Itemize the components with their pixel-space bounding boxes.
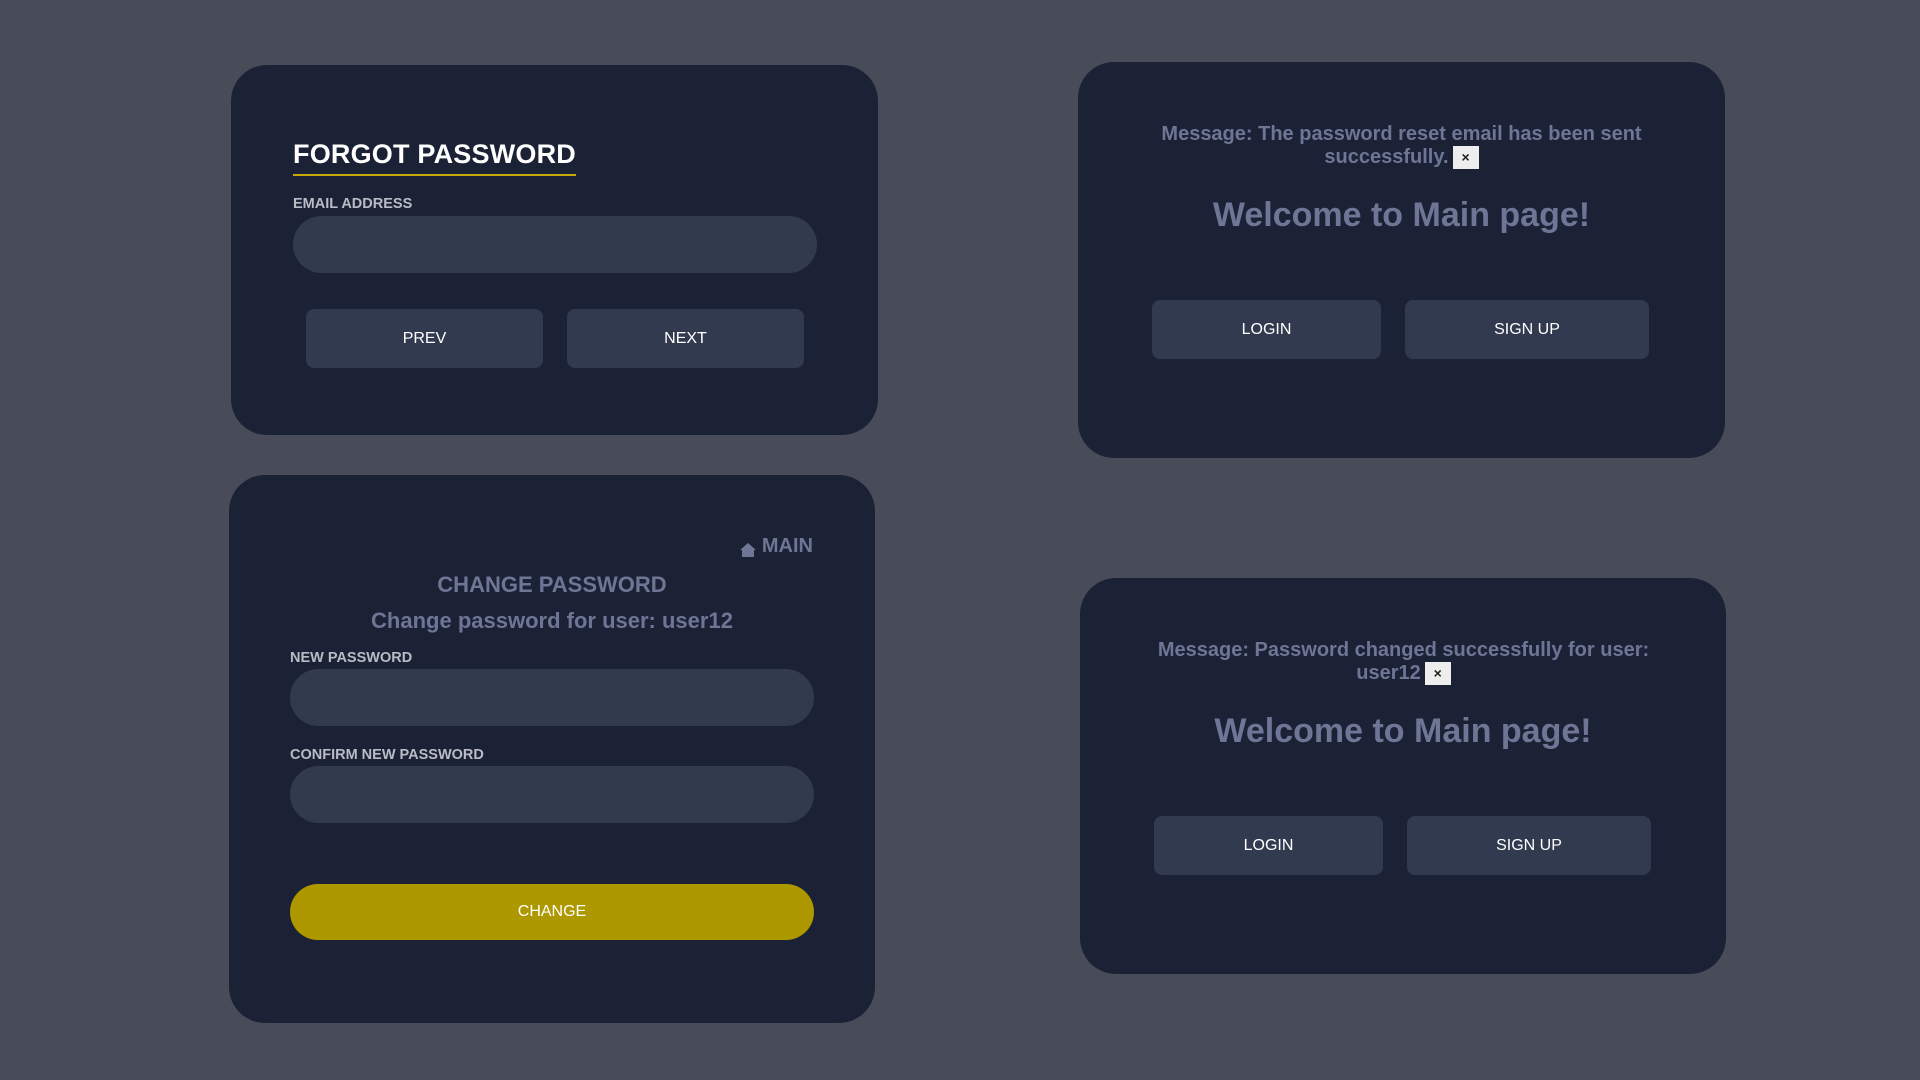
change-password-title: CHANGE PASSWORD <box>437 572 667 597</box>
new-password-field[interactable] <box>290 669 814 726</box>
forgot-password-card: FORGOT PASSWORD EMAIL ADDRESS PREV NEXT <box>231 65 878 435</box>
message-text: Message: The password reset email has be… <box>1161 123 1642 168</box>
email-label: EMAIL ADDRESS <box>293 196 413 212</box>
change-password-subtitle: Change password for user: user12 <box>371 608 733 633</box>
message-text: Message: Password changed successfully f… <box>1157 639 1650 684</box>
main-page-card: Message: The password reset email has be… <box>1078 62 1725 458</box>
login-button[interactable]: LOGIN <box>1154 816 1383 875</box>
sign-up-button[interactable]: SIGN UP <box>1405 300 1649 359</box>
message-banner: Message: Password changed successfully f… <box>1150 639 1657 686</box>
change-button[interactable]: CHANGE <box>290 884 814 940</box>
login-button[interactable]: LOGIN <box>1152 300 1381 359</box>
home-icon <box>739 540 756 557</box>
welcome-heading: Welcome to Main page! <box>1212 196 1591 234</box>
close-icon[interactable]: × <box>1424 662 1451 686</box>
confirm-password-label: CONFIRM NEW PASSWORD <box>290 747 484 763</box>
change-password-card: MAIN CHANGE PASSWORD Change password for… <box>229 475 875 1023</box>
confirm-password-field[interactable] <box>290 766 814 823</box>
prev-button[interactable]: PREV <box>306 309 543 368</box>
message-banner: Message: The password reset email has be… <box>1148 123 1655 170</box>
new-password-label: NEW PASSWORD <box>290 650 413 666</box>
forgot-password-title: FORGOT PASSWORD <box>293 139 576 176</box>
main-page-card: Message: Password changed successfully f… <box>1080 578 1726 974</box>
main-link-label: MAIN <box>761 535 813 557</box>
next-button[interactable]: NEXT <box>567 309 804 368</box>
welcome-heading: Welcome to Main page! <box>1214 712 1592 750</box>
main-link[interactable]: MAIN <box>739 535 813 558</box>
sign-up-button[interactable]: SIGN UP <box>1407 816 1651 875</box>
email-field[interactable] <box>293 216 817 273</box>
close-icon[interactable]: × <box>1452 146 1479 170</box>
